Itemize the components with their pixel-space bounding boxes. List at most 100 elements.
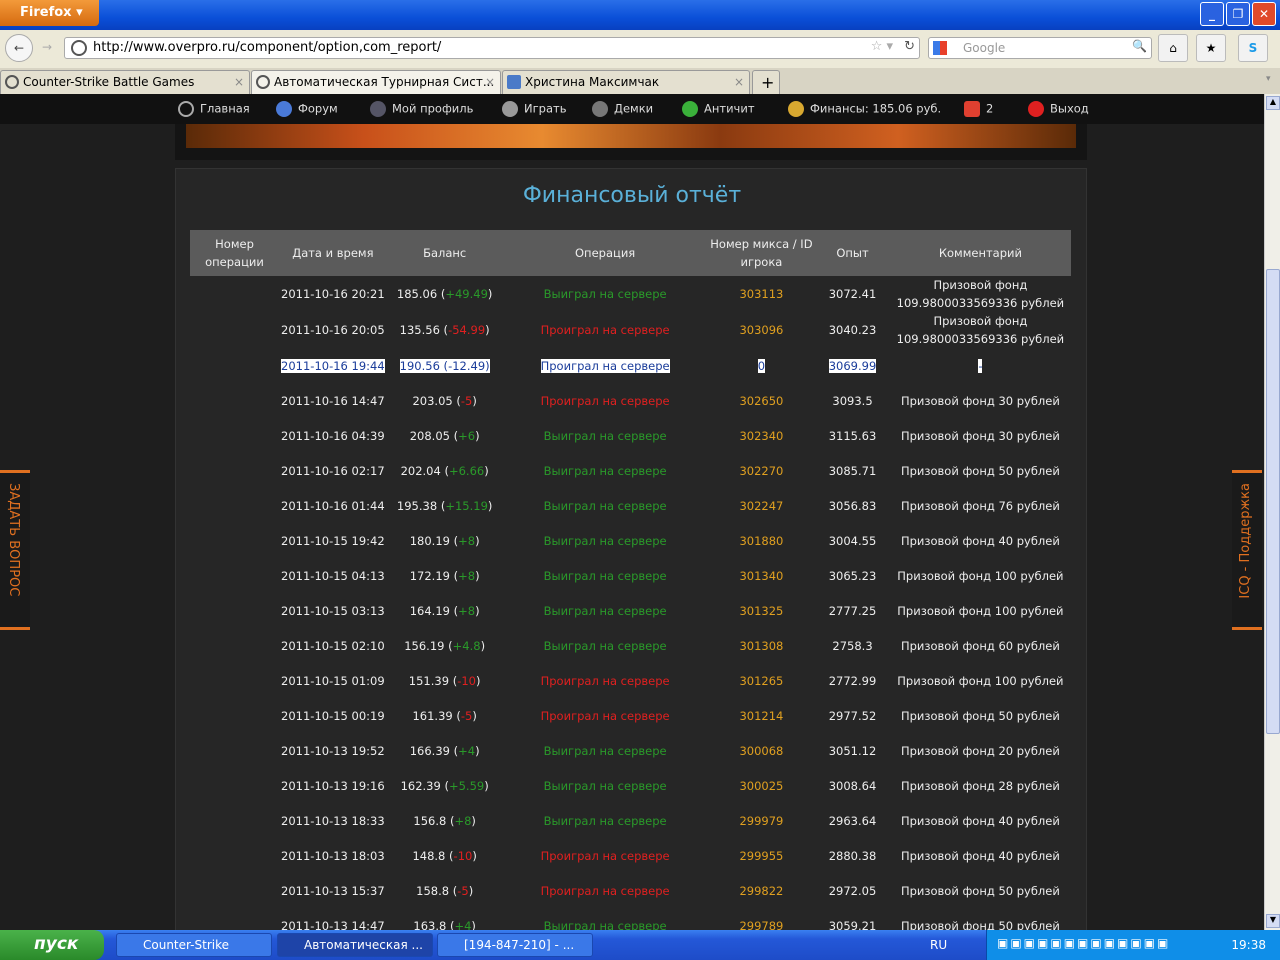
- tab-profile[interactable]: Христина Максимчак ×: [502, 70, 750, 94]
- nav-home[interactable]: Главная: [178, 101, 250, 117]
- firefox-menu-button[interactable]: Firefox ▾: [0, 0, 99, 26]
- comment-cell: Призовой фонд 100 рублей: [897, 603, 1064, 618]
- experience-cell: 2963.64: [828, 813, 877, 828]
- mix-id-cell[interactable]: 301340: [708, 558, 816, 593]
- tab-list-icon[interactable]: ▾: [1266, 74, 1271, 84]
- nav-finances[interactable]: Финансы: 185.06 руб.: [788, 101, 941, 117]
- taskbar-item-notes[interactable]: [194-847-210] - ...: [437, 933, 593, 957]
- comment-cell: Призовой фонд 28 рублей: [900, 778, 1060, 793]
- nav-anticheat[interactable]: Античит: [682, 101, 755, 117]
- language-indicator[interactable]: RU: [930, 938, 947, 952]
- ask-question-tab[interactable]: ЗАДАТЬ ВОПРОС: [0, 470, 30, 630]
- operation-number-cell: [190, 453, 279, 488]
- comment-cell: Призовой фонд 109.9800033569336 рублей: [896, 314, 1065, 346]
- balance-cell: 190.56 (-12.49): [399, 358, 490, 373]
- balance-cell: 161.39 (-5): [412, 708, 477, 723]
- minimize-button[interactable]: _: [1200, 2, 1224, 26]
- column-header: Операция: [502, 230, 708, 276]
- experience-cell: 2977.52: [828, 708, 877, 723]
- google-icon: [933, 41, 947, 55]
- table-row: 2011-10-15 00:19 161.39 (-5) Проиграл на с…: [190, 698, 1071, 733]
- new-tab-button[interactable]: +: [752, 70, 780, 94]
- operation-cell: Проиграл на сервере: [540, 848, 670, 863]
- mix-id-cell[interactable]: 299822: [708, 873, 816, 908]
- date-cell: 2011-10-16 20:21: [281, 287, 385, 301]
- mix-id-cell[interactable]: 301265: [708, 663, 816, 698]
- start-button[interactable]: пуск: [0, 930, 104, 960]
- home-icon: [178, 101, 194, 117]
- scroll-up-button[interactable]: ▲: [1266, 96, 1280, 110]
- date-cell: 2011-10-13 18:33: [281, 813, 385, 828]
- balance-cell: 135.56 (-54.99): [399, 323, 490, 337]
- mix-id-cell[interactable]: 302650: [708, 383, 816, 418]
- table-row: 2011-10-15 19:42 180.19 (+8) Выиграл на се…: [190, 523, 1071, 558]
- bookmark-star-icon[interactable]: ☆ ▾: [871, 39, 893, 54]
- page-content: Финансовый отчёт Номер операции Дата и вр…: [0, 124, 1264, 938]
- url-bar[interactable]: http://www.overpro.ru/component/option,c…: [64, 37, 920, 59]
- table-row: 2011-10-16 04:39 208.05 (+6) Выиграл на се…: [190, 418, 1071, 453]
- mix-id-cell[interactable]: 301880: [708, 523, 816, 558]
- column-header: Номер микса / ID игрока: [707, 230, 816, 276]
- back-button[interactable]: ←: [5, 34, 33, 62]
- tab-tournament[interactable]: Автоматическая Турнирная Сист... ×: [251, 70, 501, 94]
- balance-cell: 164.19 (+8): [409, 603, 480, 618]
- forward-button[interactable]: →: [33, 34, 61, 62]
- mix-id-cell[interactable]: 301308: [708, 628, 816, 663]
- nav-messages[interactable]: 2: [964, 101, 993, 117]
- table-row: 2011-10-16 20:05 135.56 (-54.99) Проиграл …: [190, 312, 1071, 348]
- power-icon: [1028, 101, 1044, 117]
- reload-icon[interactable]: ↻: [904, 39, 915, 54]
- vertical-scrollbar[interactable]: ▲ ▼: [1264, 94, 1280, 930]
- search-input[interactable]: Google 🔍: [928, 37, 1152, 59]
- taskbar-item-firefox[interactable]: Автоматическая ...: [277, 933, 433, 957]
- mix-id-cell[interactable]: 302340: [708, 418, 816, 453]
- operation-cell: Проиграл на сервере: [540, 323, 670, 337]
- search-magnifier-icon[interactable]: 🔍: [1132, 39, 1147, 53]
- close-tab-icon[interactable]: ×: [485, 75, 495, 89]
- balance-cell: 185.06 (+49.49): [396, 287, 493, 301]
- scroll-down-button[interactable]: ▼: [1266, 914, 1280, 928]
- experience-cell: 3065.23: [828, 568, 877, 583]
- banner-fire-image: [186, 124, 1076, 148]
- mix-id-cell[interactable]: 303113: [708, 276, 816, 312]
- balance-cell: 195.38 (+15.19): [396, 498, 493, 513]
- comment-cell: Призовой фонд 50 рублей: [900, 883, 1060, 898]
- mix-id-cell[interactable]: 300068: [708, 733, 816, 768]
- tray-icons[interactable]: ▣▣▣▣▣▣▣▣▣▣▣▣▣: [997, 936, 1170, 950]
- balance-cell: 162.39 (+5.59): [400, 778, 489, 793]
- mix-id-cell[interactable]: 303096: [708, 312, 816, 348]
- nav-play[interactable]: Играть: [502, 101, 566, 117]
- close-tab-icon[interactable]: ×: [234, 75, 244, 89]
- experience-cell: 3069.99: [828, 358, 877, 373]
- table-row: 2011-10-15 01:09 151.39 (-10) Проиграл на …: [190, 663, 1071, 698]
- nav-logout[interactable]: Выход: [1028, 101, 1089, 117]
- balance-cell: 172.19 (+8): [409, 568, 480, 583]
- tab-counter-strike[interactable]: Counter-Strike Battle Games ×: [0, 70, 250, 94]
- mix-id-cell[interactable]: 300025: [708, 768, 816, 803]
- mix-id-cell[interactable]: 299979: [708, 803, 816, 838]
- scrollbar-thumb[interactable]: [1266, 269, 1280, 734]
- operation-number-cell: [190, 768, 279, 803]
- operation-cell: Выиграл на сервере: [543, 813, 667, 828]
- column-header: Дата и время: [279, 230, 387, 276]
- taskbar-item-counter-strike[interactable]: Counter-Strike: [116, 933, 272, 957]
- mix-id-cell[interactable]: 301214: [708, 698, 816, 733]
- close-button[interactable]: ✕: [1252, 2, 1276, 26]
- close-tab-icon[interactable]: ×: [734, 75, 744, 89]
- nav-forum[interactable]: Форум: [276, 101, 338, 117]
- icq-support-tab[interactable]: ICQ - Поддержка: [1232, 470, 1262, 630]
- comment-cell: Призовой фонд 40 рублей: [900, 813, 1060, 828]
- mix-id-cell[interactable]: 302270: [708, 453, 816, 488]
- comment-cell: Призовой фонд 60 рублей: [900, 638, 1060, 653]
- mix-id-cell[interactable]: 302247: [708, 488, 816, 523]
- nav-demos[interactable]: Демки: [592, 101, 653, 117]
- mix-id-cell[interactable]: 299955: [708, 838, 816, 873]
- operation-number-cell: [190, 523, 279, 558]
- nav-profile[interactable]: Мой профиль: [370, 101, 473, 117]
- bookmarks-button[interactable]: ★: [1196, 34, 1226, 62]
- mix-id-cell[interactable]: 0: [708, 348, 816, 383]
- mix-id-cell[interactable]: 301325: [708, 593, 816, 628]
- home-button[interactable]: ⌂: [1158, 34, 1188, 62]
- skype-button[interactable]: S: [1238, 34, 1268, 62]
- restore-button[interactable]: ❐: [1226, 2, 1250, 26]
